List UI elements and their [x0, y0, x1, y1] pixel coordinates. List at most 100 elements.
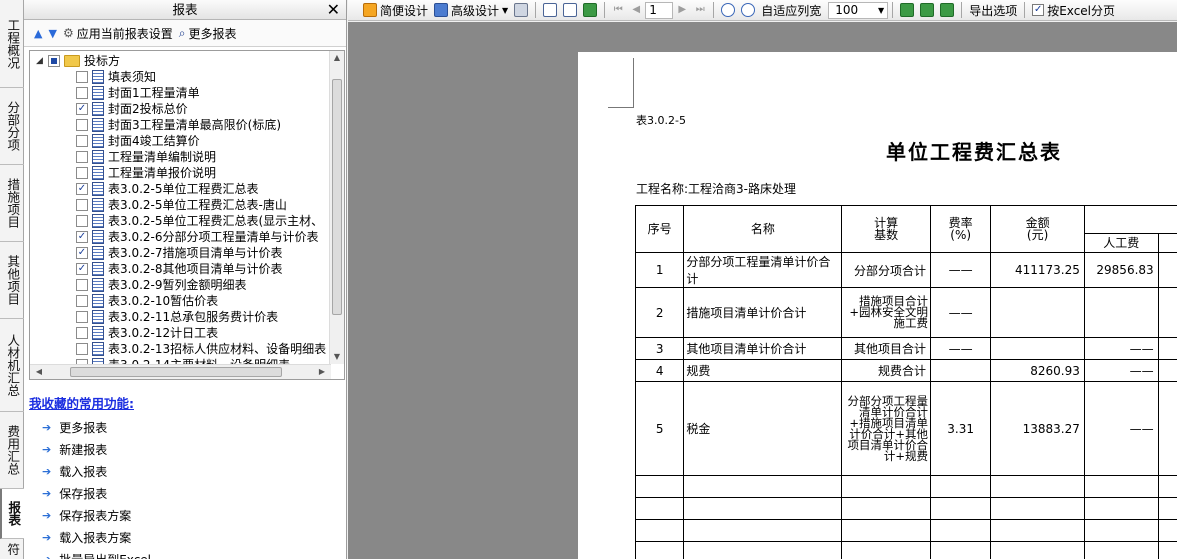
- vtab-project-overview[interactable]: 工程概况: [0, 0, 24, 88]
- tree-horizontal-scrollbar[interactable]: ◀ ▶: [30, 364, 331, 379]
- export-sheet-button[interactable]: [937, 0, 957, 21]
- table-row: 2 措施项目清单计价合计 措施项目合计+园林安全文明施工费 ——: [634, 287, 1177, 338]
- scroll-right-icon[interactable]: ▶: [315, 365, 329, 379]
- arrow-right-icon: ➔: [42, 530, 52, 544]
- header-name: 名称: [683, 205, 843, 253]
- scroll-down-icon[interactable]: ▼: [330, 350, 344, 364]
- vtab-other-items[interactable]: 其他项目: [0, 242, 24, 319]
- report-checkbox[interactable]: [76, 167, 88, 179]
- export-excel-button[interactable]: [897, 0, 917, 21]
- tree-item[interactable]: 封面4竣工结算价: [76, 133, 200, 149]
- excel-paging-toggle[interactable]: ✓ 按Excel分页: [1029, 0, 1118, 21]
- tree-item[interactable]: 工程量清单报价说明: [76, 165, 216, 181]
- more-reports-button[interactable]: ⌕ 更多报表: [179, 25, 237, 42]
- tree-item[interactable]: ✓ 表3.0.2-8其他项目清单与计价表: [76, 261, 283, 277]
- zoom-in-button[interactable]: [718, 0, 738, 21]
- export-options-button[interactable]: 导出选项: [966, 0, 1020, 21]
- tree-item-label: 封面2投标总价: [108, 102, 188, 116]
- favorite-item[interactable]: ➔ 保存报表方案: [42, 504, 151, 526]
- favorite-item[interactable]: ➔ 新建报表: [42, 438, 151, 460]
- favorite-item[interactable]: ➔ 更多报表: [42, 416, 151, 438]
- zoom-select[interactable]: 100 ▼: [828, 1, 889, 19]
- first-page-button[interactable]: ⏮: [609, 0, 627, 21]
- apply-settings-button[interactable]: ⚙ 应用当前报表设置: [63, 25, 173, 42]
- move-up-icon[interactable]: ▲: [34, 27, 42, 40]
- move-down-icon[interactable]: ▼: [48, 27, 56, 40]
- tree-vertical-scrollbar[interactable]: ▲ ▼: [329, 51, 344, 364]
- tree-item[interactable]: ✓ 表3.0.2-7措施项目清单与计价表: [76, 245, 283, 261]
- tree-item[interactable]: 表3.0.2-5单位工程费汇总表(显示主材、: [76, 213, 323, 229]
- report-checkbox[interactable]: [76, 295, 88, 307]
- favorite-item[interactable]: ➔ 载入报表方案: [42, 526, 151, 548]
- favorite-item[interactable]: ➔ 保存报表: [42, 482, 151, 504]
- tree-item[interactable]: 封面3工程量清单最高限价(标底): [76, 117, 281, 133]
- report-checkbox[interactable]: ✓: [76, 263, 88, 275]
- report-checkbox[interactable]: ✓: [76, 183, 88, 195]
- favorite-item[interactable]: ➔ 批量导出到Excel: [42, 548, 151, 559]
- tree-item[interactable]: 表3.0.2-13招标人供应材料、设备明细表: [76, 341, 326, 357]
- scroll-thumb[interactable]: [332, 79, 342, 315]
- vtab-label: 报表: [6, 501, 22, 526]
- report-checkbox[interactable]: [76, 151, 88, 163]
- zoom-out-button[interactable]: [738, 0, 758, 21]
- report-checkbox[interactable]: ✓: [76, 103, 88, 115]
- vtab-sub-items[interactable]: 分部分项: [0, 88, 24, 165]
- report-checkbox[interactable]: [76, 279, 88, 291]
- excel-paging-checkbox[interactable]: ✓: [1032, 4, 1045, 16]
- report-checkbox[interactable]: [76, 199, 88, 211]
- tree-item[interactable]: ✓ 表3.0.2-6分部分项工程量清单与计价表: [76, 229, 319, 245]
- tree-item-label: 封面1工程量清单: [108, 86, 200, 100]
- cell-seq: 2: [634, 287, 685, 338]
- single-page-button[interactable]: [540, 0, 560, 21]
- scroll-up-icon[interactable]: ▲: [330, 51, 344, 65]
- tree-item-label: 表3.0.2-5单位工程费汇总表-唐山: [108, 198, 287, 212]
- vtab-reports[interactable]: 报表: [0, 489, 24, 539]
- tree-item[interactable]: ✓ 表3.0.2-5单位工程费汇总表: [76, 181, 259, 197]
- report-checkbox[interactable]: [76, 119, 88, 131]
- page-number-input[interactable]: 1: [645, 1, 674, 19]
- arrow-right-icon: ➔: [42, 442, 52, 456]
- vtab-symbols[interactable]: 符: [0, 539, 24, 559]
- tree-item[interactable]: 表3.0.2-9暂列金额明细表: [76, 277, 247, 293]
- report-checkbox[interactable]: [76, 87, 88, 99]
- report-checkbox[interactable]: [76, 343, 88, 355]
- advanced-design-button[interactable]: 高级设计 ▼: [431, 0, 511, 21]
- simple-design-button[interactable]: 简便设计: [360, 0, 431, 21]
- scroll-thumb[interactable]: [70, 367, 282, 377]
- prev-page-button[interactable]: ◀: [627, 0, 645, 21]
- report-checkbox[interactable]: ✓: [76, 231, 88, 243]
- report-checkbox[interactable]: [76, 327, 88, 339]
- simple-design-label: 简便设计: [380, 3, 429, 18]
- close-icon[interactable]: ✕: [327, 0, 340, 19]
- vtab-cost-summary[interactable]: 费用汇总: [0, 412, 24, 489]
- multi-page-button[interactable]: [580, 0, 600, 21]
- report-checkbox[interactable]: [76, 311, 88, 323]
- tree-root[interactable]: ◢ 投标方: [36, 53, 120, 69]
- vtab-resource-summary[interactable]: 人材机汇总: [0, 319, 24, 412]
- print-button[interactable]: [511, 0, 531, 21]
- report-checkbox[interactable]: [76, 71, 88, 83]
- favorite-item[interactable]: ➔ 载入报表: [42, 460, 151, 482]
- tree-item[interactable]: 封面1工程量清单: [76, 85, 200, 101]
- two-page-button[interactable]: [560, 0, 580, 21]
- vtab-measures[interactable]: 措施项目: [0, 165, 24, 242]
- tree-item[interactable]: 表3.0.2-5单位工程费汇总表-唐山: [76, 197, 287, 213]
- next-page-button[interactable]: ▶: [673, 0, 691, 21]
- tree-item[interactable]: 工程量清单编制说明: [76, 149, 216, 165]
- tree-item[interactable]: 表3.0.2-10暂估价表: [76, 293, 218, 309]
- tree-item[interactable]: ✓ 封面2投标总价: [76, 101, 188, 117]
- tree-item[interactable]: 表3.0.2-11总承包服务费计价表: [76, 309, 278, 325]
- report-checkbox[interactable]: ✓: [76, 247, 88, 259]
- scroll-left-icon[interactable]: ◀: [32, 365, 46, 379]
- export-excel-all-button[interactable]: [917, 0, 937, 21]
- collapse-icon[interactable]: ◢: [36, 53, 48, 69]
- tree-item[interactable]: 填表须知: [76, 69, 156, 85]
- fit-width-button[interactable]: 自适应列宽: [758, 0, 824, 21]
- report-checkbox[interactable]: [76, 215, 88, 227]
- last-page-button[interactable]: ⏭: [691, 0, 709, 21]
- root-checkbox[interactable]: [48, 55, 60, 67]
- report-icon: [92, 246, 104, 260]
- favorite-label: 载入报表: [59, 464, 108, 479]
- report-checkbox[interactable]: [76, 135, 88, 147]
- tree-item[interactable]: 表3.0.2-12计日工表: [76, 325, 218, 341]
